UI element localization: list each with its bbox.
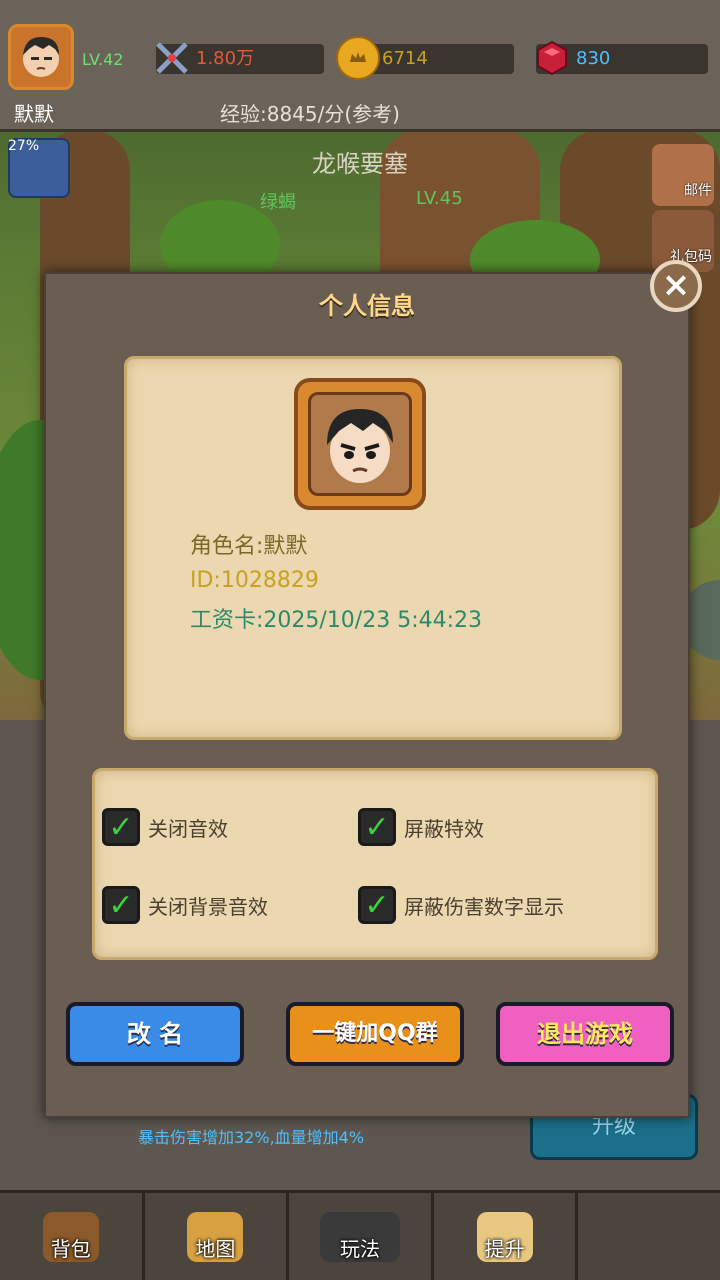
option-mute-sfx[interactable]: ✓ 关闭音效 [102, 808, 228, 846]
player-id-text: ID:1028829 [190, 568, 319, 593]
checkbox-checked-icon[interactable]: ✓ [102, 808, 140, 846]
checkbox-checked-icon[interactable]: ✓ [102, 886, 140, 924]
personal-info-modal: 个人信息 角色名:默默 ID:1028829 工资卡:2025/10/23 5:… [44, 272, 690, 1118]
option-label: 屏蔽伤害数字显示 [404, 894, 564, 919]
close-icon[interactable]: × [650, 260, 702, 312]
role-name-text: 角色名:默默 [190, 534, 308, 559]
portrait-frame [308, 392, 412, 496]
quit-game-button[interactable]: 退出游戏 [496, 1002, 674, 1066]
option-label: 屏蔽特效 [404, 816, 484, 841]
option-mute-bgm[interactable]: ✓ 关闭背景音效 [102, 886, 268, 924]
hero-face-icon [327, 409, 393, 483]
modal-title: 个人信息 [319, 292, 415, 320]
option-label: 关闭背景音效 [148, 894, 268, 919]
option-hide-damage-numbers[interactable]: ✓ 屏蔽伤害数字显示 [358, 886, 564, 924]
checkbox-checked-icon[interactable]: ✓ [358, 808, 396, 846]
salary-card-text: 工资卡:2025/10/23 5:44:23 [190, 608, 483, 633]
rename-button[interactable]: 改 名 [66, 1002, 244, 1066]
profile-portrait [294, 378, 426, 510]
option-label: 关闭音效 [148, 816, 228, 841]
join-qq-group-button[interactable]: 一键加QQ群 [286, 1002, 464, 1066]
option-hide-effects[interactable]: ✓ 屏蔽特效 [358, 808, 484, 846]
settings-card [92, 768, 658, 960]
checkbox-checked-icon[interactable]: ✓ [358, 886, 396, 924]
